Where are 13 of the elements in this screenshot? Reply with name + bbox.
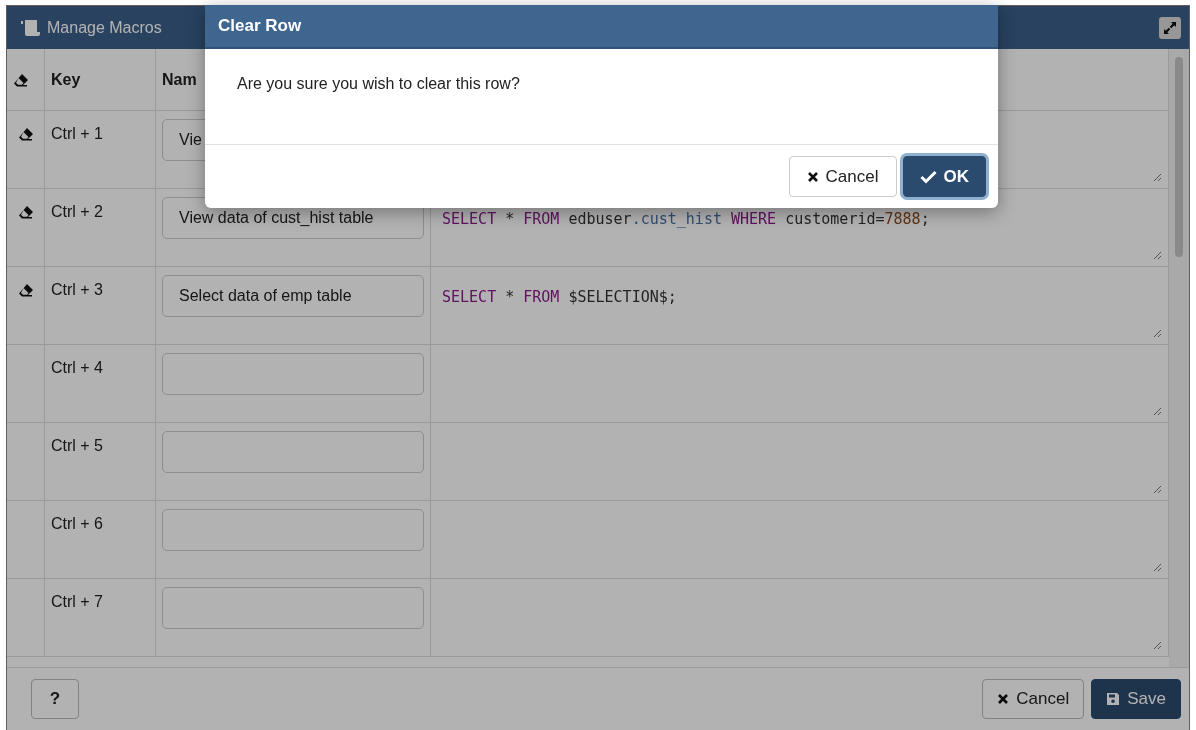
- key-cell: Ctrl + 7: [45, 579, 156, 657]
- key-cell: Ctrl + 2: [45, 189, 156, 267]
- sql-code: SELECT * FROM $SELECTION$;: [442, 288, 677, 306]
- sql-code: SELECT * FROM edbuser.cust_hist WHERE customerid=7888;: [442, 210, 930, 228]
- key-cell: Ctrl + 4: [45, 345, 156, 423]
- key-cell: Ctrl + 3: [45, 267, 156, 345]
- window-title: Manage Macros: [47, 18, 162, 37]
- key-cell: Ctrl + 6: [45, 501, 156, 579]
- key-cell: Ctrl + 1: [45, 111, 156, 189]
- dialog-title: Clear Row: [205, 5, 998, 49]
- dialog-message: Are you sure you wish to clear this row?: [205, 49, 998, 145]
- key-cell: Ctrl + 5: [45, 423, 156, 501]
- column-header: Key: [45, 49, 156, 111]
